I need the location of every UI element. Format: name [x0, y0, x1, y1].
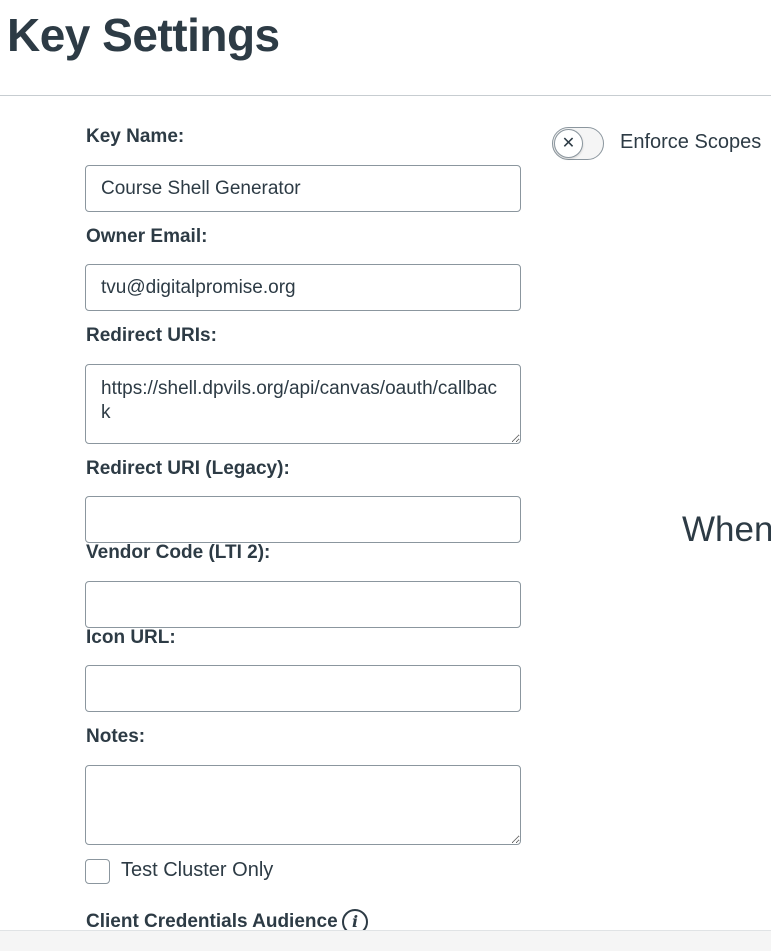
notes-label: Notes: — [86, 726, 146, 747]
bottom-bar — [0, 930, 771, 951]
page-title: Key Settings — [7, 9, 280, 61]
icon-url-label: Icon URL: — [86, 627, 176, 648]
scopes-placeholder-text: When — [682, 510, 771, 549]
vendor-code-label: Vendor Code (LTI 2): — [86, 542, 271, 563]
owner-email-label: Owner Email: — [86, 226, 208, 247]
redirect-uris-label: Redirect URIs: — [86, 325, 217, 346]
key-name-label: Key Name: — [86, 126, 185, 147]
header-divider — [0, 95, 771, 96]
redirect-uris-textarea[interactable]: https://shell.dpvils.org/api/canvas/oaut… — [85, 364, 521, 444]
vendor-code-input[interactable] — [85, 581, 521, 628]
owner-email-input[interactable] — [85, 264, 521, 311]
close-icon: ✕ — [554, 129, 583, 158]
test-cluster-only-checkbox[interactable] — [85, 859, 110, 884]
redirect-uri-legacy-input[interactable] — [85, 496, 521, 543]
test-cluster-only-label[interactable]: Test Cluster Only — [121, 859, 273, 882]
notes-textarea[interactable] — [85, 765, 521, 845]
key-name-input[interactable] — [85, 165, 521, 212]
icon-url-input[interactable] — [85, 665, 521, 712]
key-settings-page: Key Settings Key Name: Owner Email: Redi… — [0, 0, 771, 951]
enforce-scopes-toggle[interactable]: ✕ — [552, 127, 604, 160]
redirect-uri-legacy-label: Redirect URI (Legacy): — [86, 458, 290, 479]
enforce-scopes-label[interactable]: Enforce Scopes — [620, 131, 761, 154]
